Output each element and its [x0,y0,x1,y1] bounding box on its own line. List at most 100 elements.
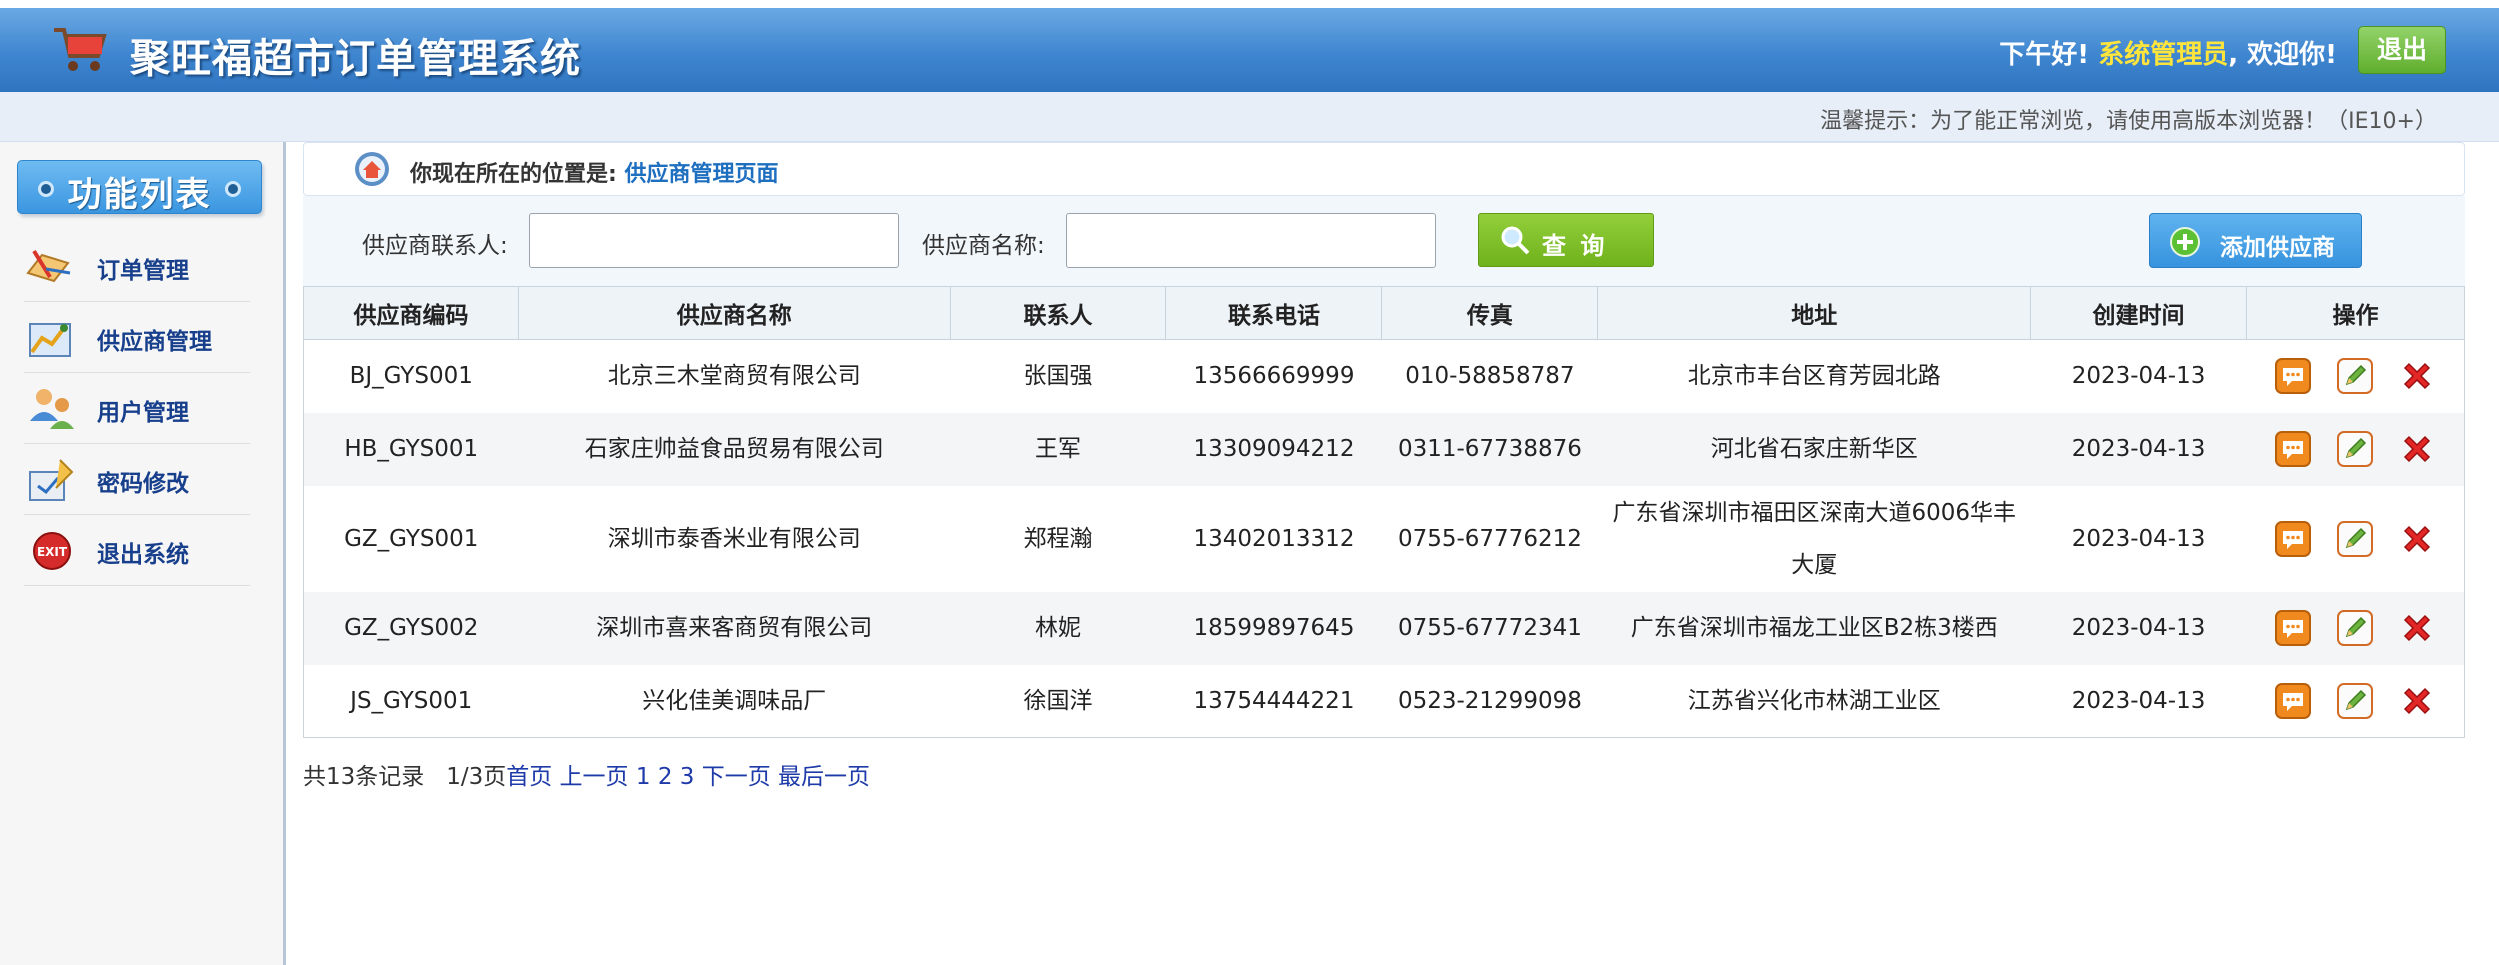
supplier-name-label: 供应商名称: [922,233,1045,259]
next-page-link[interactable]: 下一页 [702,764,771,790]
exit-icon: EXIT [33,532,71,570]
cell-contact: 张国强 [1023,363,1093,390]
column-header: 操作 [2245,286,2466,340]
cell-actions [2246,339,2466,413]
cell-phone: 13754444221 [1165,664,1382,738]
view-icon[interactable] [2275,520,2312,557]
search-bar: 供应商联系人: 供应商名称: 查 询 添加供应商 [303,196,2465,286]
edit-icon[interactable] [2337,682,2374,719]
prev-page-link[interactable]: 上一页 [560,764,629,790]
delete-icon[interactable] [2399,431,2435,467]
breadcrumb-prefix: 你现在所在的位置是: [410,162,617,187]
cell-actions [2246,485,2466,592]
page-link-3[interactable]: 3 [680,764,695,790]
cell-code: HB_GYS001 [303,412,519,486]
add-supplier-button[interactable]: 添加供应商 [2149,213,2362,268]
column-header: 供应商编码 [303,286,519,340]
page-indicator: 1/3页 [446,764,507,790]
dot-icon [225,181,241,197]
cell-name: 石家庄帅益食品贸易有限公司 [518,412,951,486]
cell-contact: 王军 [950,412,1166,486]
delete-icon[interactable] [2399,358,2435,394]
row-actions [2254,610,2456,646]
cell-phone: 13566669999 [1193,363,1355,390]
app-header: 聚旺福超市订单管理系统 下午好! 系统管理员, 欢迎你! 退出 [0,8,2499,92]
sidebar-item-suppliers[interactable]: 供应商管理 [24,302,250,373]
query-button[interactable]: 查 询 [1478,213,1654,267]
cell-contact: 林妮 [950,591,1166,665]
menu-title: 功能列表 [17,160,262,215]
edit-icon[interactable] [2337,358,2374,395]
supplier-icon [29,323,71,357]
row-actions [2254,358,2456,395]
cell-contact: 郑程瀚 [1023,525,1093,552]
users-icon [30,389,74,429]
greeting-suffix: , 欢迎你! [2228,40,2337,70]
cell-created: 2023-04-13 [2071,525,2206,552]
cell-address: 北京市丰台区育芳园北路 [1687,363,1941,390]
edit-icon[interactable] [2337,610,2374,646]
table-header-row: 供应商编码 供应商名称 联系人 联系电话 传真 地址 创建时间 操作 [303,286,2466,340]
sidebar-item-orders[interactable]: 订单管理 [24,231,250,302]
first-page-link[interactable]: 首页 [506,764,552,790]
view-icon[interactable] [2275,358,2312,395]
table-row: JS_GYS001 兴化佳美调味品厂 徐国洋 13754444221 0523-2129… [303,664,2466,738]
current-user: 系统管理员 [2098,40,2229,70]
notice-bar: 温馨提示：为了能正常浏览，请使用高版本浏览器！（IE10+） [0,92,2499,142]
table-row: GZ_GYS002 深圳市喜来客商贸有限公司 林妮 18599897645 0755-6… [303,591,2466,665]
edit-icon[interactable] [2337,520,2374,557]
column-header: 传真 [1381,286,1599,340]
cell-code: BJ_GYS001 [303,339,519,413]
table-row: GZ_GYS001 深圳市泰香米业有限公司 郑程瀚 13402013312 0755-6… [303,485,2466,592]
supplier-table: 供应商编码 供应商名称 联系人 联系电话 传真 地址 创建时间 操作 BJ_GY… [303,286,2466,738]
cell-address: 广东省深圳市福龙工业区B2栋3楼西 [1597,591,2031,665]
edit-icon[interactable] [2337,431,2374,467]
sidebar-item-label: 供应商管理 [97,329,212,355]
table-row: BJ_GYS001 北京三木堂商贸有限公司 张国强 13566669999 010-58… [303,339,2466,413]
page-link-1[interactable]: 1 [636,764,651,790]
page-link-2[interactable]: 2 [658,764,673,790]
pagination: 共13条记录 1/3页首页 上一页 1 2 3 下一页 最后一页 [303,757,870,791]
view-icon[interactable] [2275,682,2312,719]
logout-button[interactable]: 退出 [2358,26,2446,74]
sidebar-item-users[interactable]: 用户管理 [24,373,250,444]
order-icon [26,249,71,283]
cell-actions [2246,591,2466,665]
cell-fax: 0755-67772341 [1381,591,1598,665]
column-header: 联系人 [949,286,1167,340]
cell-created: 2023-04-13 [2030,664,2247,738]
greeting-prefix: 下午好! [1999,40,2090,70]
delete-icon[interactable] [2399,683,2435,719]
cell-contact: 徐国洋 [950,664,1166,738]
column-header: 联系电话 [1165,286,1383,340]
sidebar-item-label: 密码修改 [97,471,189,497]
supplier-name-input[interactable] [1066,213,1436,268]
sidebar-item-exit[interactable]: EXIT 退出系统 [24,515,250,586]
delete-icon[interactable] [2399,610,2435,646]
row-actions [2254,520,2456,557]
sidebar-item-password[interactable]: 密码修改 [24,444,250,515]
contact-input[interactable] [529,213,899,268]
cell-created: 2023-04-13 [2030,591,2247,665]
table-row: HB_GYS001 石家庄帅益食品贸易有限公司 王军 13309094212 0311-… [303,412,2466,486]
cell-name: 深圳市喜来客商贸有限公司 [518,591,951,665]
cell-fax: 0755-67776212 [1397,525,1582,552]
delete-icon[interactable] [2399,521,2435,557]
breadcrumb-text: 你现在所在的位置是: 供应商管理页面 [410,156,779,188]
cell-actions [2246,664,2466,738]
query-label: 查 询 [1542,232,1608,260]
last-page-link[interactable]: 最后一页 [778,764,870,790]
cell-fax: 010-58858787 [1405,363,1575,390]
contact-label: 供应商联系人: [362,233,508,259]
cell-phone: 13309094212 [1165,412,1382,486]
total-records: 共13条记录 [303,764,425,790]
column-header: 创建时间 [2030,286,2247,340]
app-title: 聚旺福超市订单管理系统 [130,36,581,82]
view-icon[interactable] [2275,610,2312,646]
view-icon[interactable] [2275,431,2312,467]
sidebar-item-label: 用户管理 [97,400,189,426]
plus-icon [2170,227,2200,257]
cell-name: 北京三木堂商贸有限公司 [607,363,861,390]
cell-code: GZ_GYS002 [303,591,519,665]
cell-fax: 0311-67738876 [1381,412,1598,486]
